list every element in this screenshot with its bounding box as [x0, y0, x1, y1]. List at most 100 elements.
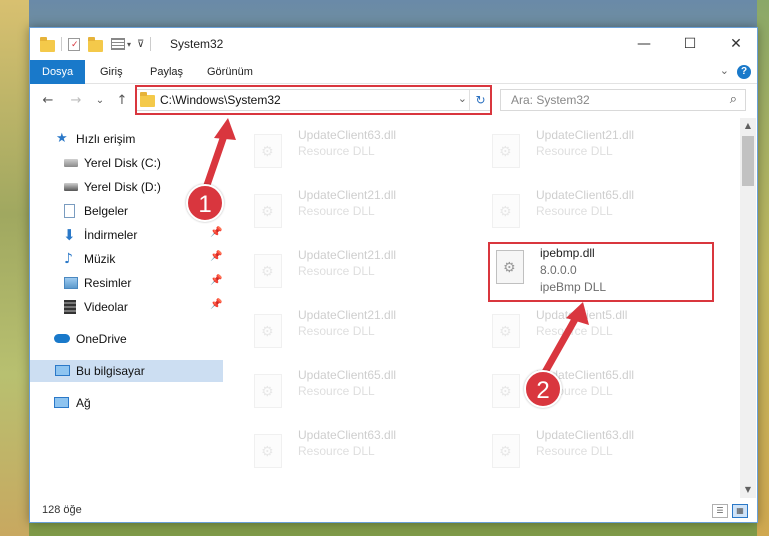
toolbar-divider — [150, 37, 152, 51]
properties-icon[interactable]: ✓ — [68, 37, 80, 51]
sidebar-item-label: İndirmeler — [84, 228, 138, 242]
sidebar-item-label: Yerel Disk (D:) — [84, 180, 161, 194]
sidebar-item-label: Belgeler — [84, 204, 129, 218]
window-title: System32 — [170, 37, 224, 51]
up-button[interactable]: ↑ — [112, 91, 132, 111]
large-icons-view-icon[interactable]: ▦ — [732, 504, 748, 518]
sidebar-item-pictures[interactable]: Resimler 📌 — [30, 272, 223, 294]
sidebar-item-this-pc[interactable]: Bu bilgisayar — [30, 360, 223, 382]
details-view-icon[interactable]: ☰ — [712, 504, 728, 518]
sidebar-item-network[interactable]: Ağ — [30, 392, 223, 414]
file-name: UpdateClient65.dll — [536, 188, 635, 202]
network-icon — [54, 397, 69, 408]
sidebar-item-label: Hızlı erişim — [76, 132, 136, 146]
toolbar-more-icon[interactable]: ⊽ — [137, 39, 144, 50]
music-icon: ♪ — [64, 251, 73, 267]
file-name: UpdateClient21.dll — [298, 308, 397, 322]
desktop-background-right — [757, 0, 769, 536]
status-bar: 128 öğe ☰ ▦ — [30, 500, 757, 522]
dll-file-icon — [492, 134, 520, 168]
sidebar-item-label: OneDrive — [76, 332, 127, 346]
file-item[interactable]: UpdateClient63.dll Resource DLL — [464, 418, 694, 474]
file-item[interactable]: UpdateClient63.dll Resource DLL — [226, 418, 456, 474]
file-type: Resource DLL — [298, 204, 375, 218]
file-name: UpdateClient63.dll — [536, 428, 635, 442]
sidebar-item-downloads[interactable]: ⬇ İndirmeler 📌 — [30, 224, 223, 246]
file-type: Resource DLL — [536, 444, 613, 458]
dll-file-icon — [254, 434, 282, 468]
file-item[interactable]: UpdateClient63.dll Resource DLL — [226, 118, 456, 174]
toolbar-dropdown-icon[interactable]: ▾ — [127, 40, 131, 49]
file-type: Resource DLL — [298, 384, 375, 398]
file-item[interactable]: UpdateClient65.dll Resource DLL — [464, 358, 694, 414]
file-item[interactable]: UpdateClient65.dll Resource DLL — [464, 178, 694, 234]
pin-icon[interactable]: 📌 — [210, 227, 222, 238]
close-button[interactable]: ✕ — [713, 28, 757, 60]
file-item[interactable]: UpdateClient21.dll Resource DLL — [226, 238, 456, 294]
sidebar-item-music[interactable]: ♪ Müzik 📌 — [30, 248, 223, 270]
pin-icon[interactable]: 📌 — [210, 299, 222, 310]
forward-button[interactable]: → — [66, 91, 86, 111]
tab-dosya[interactable]: Dosya — [30, 60, 86, 84]
tab-paylas[interactable]: Paylaş — [138, 60, 195, 84]
tab-gorunum[interactable]: Görünüm — [195, 60, 265, 84]
file-item[interactable]: UpdateClient21.dll Resource DLL — [464, 118, 694, 174]
dll-file-icon — [492, 194, 520, 228]
search-icon[interactable]: ⌕ — [730, 92, 737, 107]
customize-toolbar-icon[interactable] — [111, 38, 125, 50]
sidebar-item-label: Resimler — [84, 276, 132, 290]
file-item[interactable]: UpdateClient65.dll Resource DLL — [226, 358, 456, 414]
sidebar-item-videos[interactable]: Videolar 📌 — [30, 296, 223, 318]
scroll-up-icon[interactable]: ▲ — [740, 118, 756, 134]
navigation-pane: ★ Hızlı erişim Yerel Disk (C:) Yerel Dis… — [30, 118, 223, 498]
file-name: UpdateClient63.dll — [298, 428, 397, 442]
sidebar-item-label: Ağ — [76, 396, 91, 410]
highlight-address-bar — [135, 85, 492, 115]
tab-giris[interactable]: Giriş — [88, 60, 135, 84]
recent-locations-button[interactable]: ⌄ — [90, 91, 110, 111]
pin-icon[interactable]: 📌 — [210, 251, 222, 262]
sidebar-item-quick-access[interactable]: ★ Hızlı erişim — [30, 128, 223, 150]
file-name: UpdateClient63.dll — [298, 128, 397, 142]
title-bar: ✓ ▾ ⊽ System32 — ☐ ✕ — [30, 28, 757, 60]
sidebar-item-disk-c[interactable]: Yerel Disk (C:) — [30, 152, 223, 174]
file-item[interactable]: UpdateClient5.dll Resource DLL — [464, 298, 694, 354]
cloud-icon — [54, 334, 70, 343]
file-type: Resource DLL — [298, 444, 375, 458]
vertical-scrollbar[interactable]: ▲ ▼ — [740, 118, 756, 498]
explorer-window: ✓ ▾ ⊽ System32 — ☐ ✕ Dosya Giriş Paylaş … — [29, 27, 758, 523]
ribbon-expand-icon[interactable]: ⌄ — [720, 64, 729, 77]
dll-file-icon — [492, 374, 520, 408]
file-item[interactable]: UpdateClient21.dll Resource DLL — [226, 298, 456, 354]
desktop-background-left — [0, 0, 29, 536]
sidebar-item-onedrive[interactable]: OneDrive — [30, 328, 223, 350]
pictures-icon — [64, 277, 78, 289]
dll-file-icon — [492, 434, 520, 468]
file-item[interactable]: UpdateClient21.dll Resource DLL — [226, 178, 456, 234]
sidebar-item-label: Videolar — [84, 300, 128, 314]
item-count: 128 öğe — [42, 504, 82, 516]
dll-file-icon — [254, 314, 282, 348]
search-input[interactable]: Ara: System32 ⌕ — [500, 89, 746, 111]
annotation-badge-2: 2 — [524, 370, 562, 408]
dll-file-icon — [254, 254, 282, 288]
sidebar-item-label: Yerel Disk (C:) — [84, 156, 161, 170]
scroll-thumb[interactable] — [742, 136, 754, 186]
scroll-down-icon[interactable]: ▼ — [740, 482, 756, 498]
back-button[interactable]: ← — [38, 91, 58, 111]
document-icon — [64, 204, 75, 218]
pin-icon[interactable]: 📌 — [210, 275, 222, 286]
sidebar-item-label: Bu bilgisayar — [76, 364, 145, 378]
help-icon[interactable]: ? — [737, 65, 751, 79]
video-icon — [64, 300, 76, 314]
computer-icon — [55, 365, 70, 376]
drive-icon — [64, 183, 78, 191]
file-name: UpdateClient21.dll — [536, 128, 635, 142]
search-placeholder: Ara: System32 — [511, 93, 590, 107]
maximize-button[interactable]: ☐ — [667, 28, 713, 60]
sidebar-item-label: Müzik — [84, 252, 116, 266]
new-folder-icon[interactable] — [88, 36, 103, 52]
file-name: UpdateClient21.dll — [298, 188, 397, 202]
minimize-button[interactable]: — — [621, 28, 667, 60]
drive-icon — [64, 159, 78, 167]
